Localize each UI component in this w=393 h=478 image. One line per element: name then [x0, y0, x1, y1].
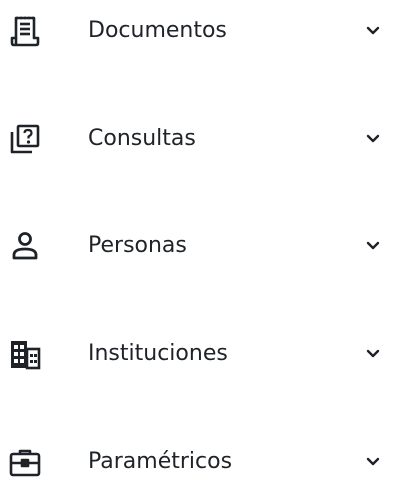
chevron-down-icon[interactable] [364, 345, 382, 363]
menu-item-consultas[interactable]: Consultas [0, 109, 393, 169]
menu-item-label: Paramétricos [88, 449, 233, 474]
menu-item-documentos[interactable]: Documentos [0, 1, 393, 61]
menu-item-instituciones[interactable]: Instituciones [0, 324, 393, 384]
chevron-down-icon[interactable] [364, 453, 382, 471]
chevron-down-icon[interactable] [364, 237, 382, 255]
query-icon [8, 122, 42, 156]
menu-item-label: Personas [88, 233, 187, 258]
chevron-down-icon[interactable] [364, 130, 382, 148]
document-icon [8, 14, 42, 48]
briefcase-icon [8, 445, 42, 478]
building-icon [8, 337, 42, 371]
menu-item-label: Documentos [88, 18, 227, 43]
chevron-down-icon[interactable] [364, 22, 382, 40]
menu-item-label: Instituciones [88, 341, 228, 366]
person-icon [8, 229, 42, 263]
sidebar-menu: Documentos Consultas Personas Institucio… [0, 0, 393, 478]
menu-item-label: Consultas [88, 126, 196, 151]
menu-item-parametricos[interactable]: Paramétricos [0, 432, 393, 478]
menu-item-personas[interactable]: Personas [0, 216, 393, 276]
